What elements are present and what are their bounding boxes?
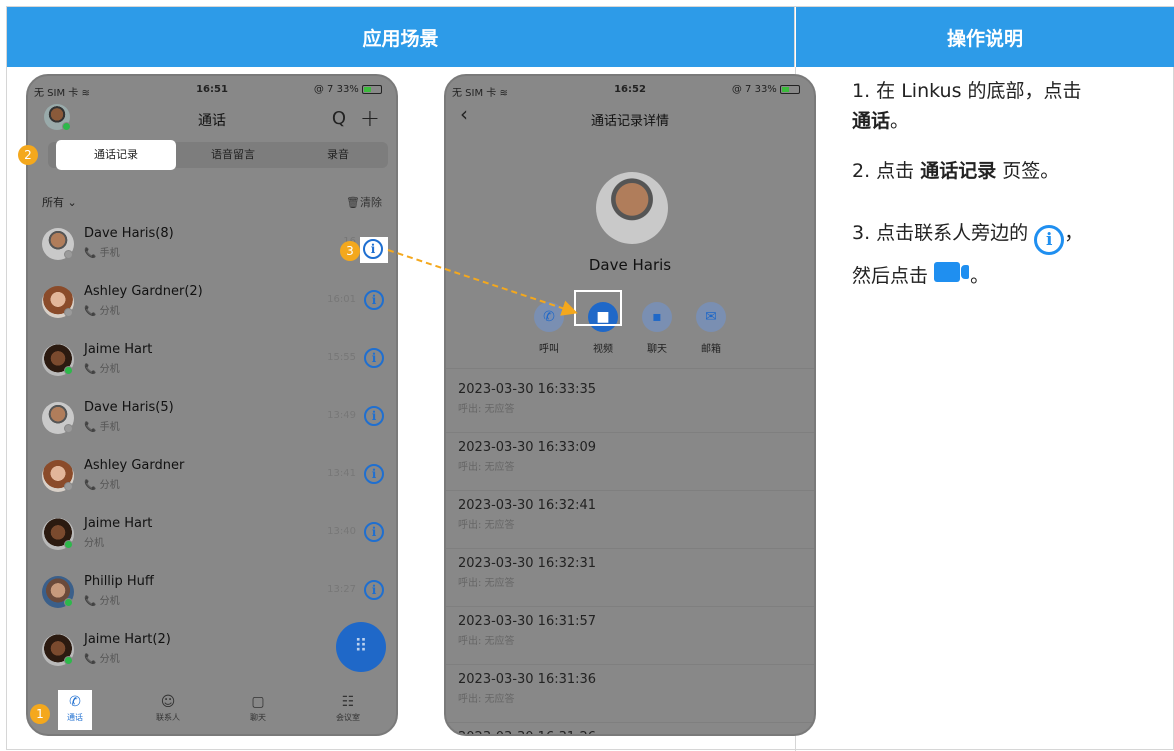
badge-step-1: 1	[30, 704, 50, 724]
step-2: 2. 点击 通话记录 页签。	[852, 160, 1060, 182]
step-3: 3. 点击联系人旁边的 i， 然后点击 。	[852, 222, 1084, 287]
arrow-path	[387, 249, 578, 316]
step-1: 1. 在 Linkus 的底部，点击 通话。	[852, 80, 1082, 132]
badge-step-3: 3	[340, 241, 360, 261]
info-icon: i	[1034, 225, 1065, 255]
video-icon	[934, 260, 970, 284]
badge-step-2: 2	[18, 145, 38, 165]
